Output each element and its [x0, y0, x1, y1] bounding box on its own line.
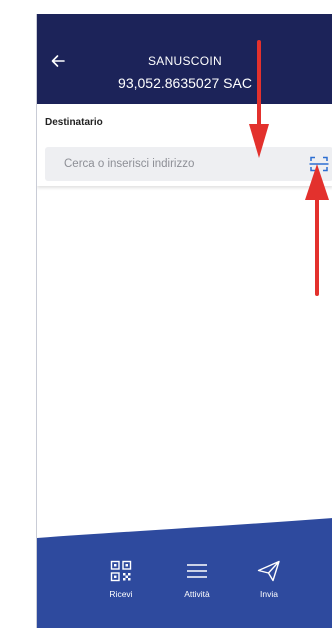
qr-code-icon: [110, 560, 132, 582]
recipient-section: Destinatario: [37, 104, 332, 186]
list-lines-icon: [187, 564, 207, 578]
nav-item-receive[interactable]: Ricevi: [95, 558, 147, 599]
address-search-box: [45, 147, 332, 181]
address-search-input[interactable]: [45, 147, 295, 181]
scan-qr-button[interactable]: [309, 155, 329, 173]
coin-balance: 93,052.8635027 SAC: [118, 75, 252, 91]
bottom-navigation: Ricevi Attività Invia: [37, 518, 332, 628]
header-bar: SANUSCOIN 93,052.8635027 SAC: [37, 14, 332, 104]
nav-label-activity: Attività: [184, 589, 210, 599]
nav-item-activity[interactable]: Attività: [171, 558, 223, 599]
scan-icon: [309, 156, 329, 172]
recipient-label: Destinatario: [45, 117, 103, 128]
nav-item-send[interactable]: Invia: [243, 558, 295, 599]
nav-label-send: Invia: [260, 589, 278, 599]
wallet-send-screen: SANUSCOIN 93,052.8635027 SAC Destinatari…: [36, 14, 332, 628]
paper-plane-icon: [257, 560, 280, 582]
coin-name: SANUSCOIN: [147, 54, 223, 68]
nav-label-receive: Ricevi: [109, 589, 133, 599]
